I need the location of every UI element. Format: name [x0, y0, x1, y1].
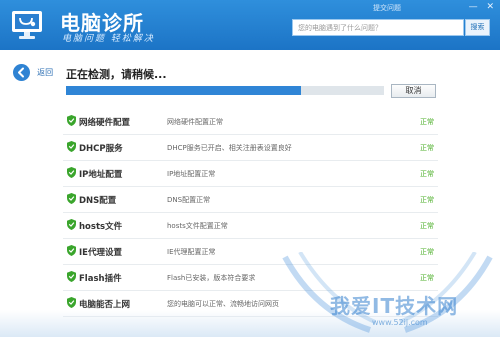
check-status: 正常	[420, 170, 434, 178]
check-row: DNS配置 DNS配置正常 正常	[63, 187, 438, 213]
shield-check-icon	[67, 141, 76, 152]
check-desc: 网络硬件配置正常	[167, 118, 223, 126]
check-name: IP地址配置	[79, 170, 123, 180]
check-desc: hosts文件配置正常	[167, 222, 228, 230]
watermark-url: www.52ij.com	[372, 318, 428, 327]
check-name: IE代理设置	[79, 248, 122, 258]
check-desc: Flash已安装，版本符合要求	[167, 274, 256, 282]
check-name: DHCP服务	[79, 144, 123, 154]
check-desc: 您的电脑可以正常、流畅地访问网页	[167, 300, 279, 308]
scan-progress-bar	[66, 86, 384, 95]
check-name: Flash插件	[79, 274, 122, 284]
check-name: hosts文件	[79, 222, 123, 232]
check-status: 正常	[420, 196, 434, 204]
shield-check-icon	[67, 115, 76, 126]
check-desc: IE代理配置正常	[167, 248, 216, 256]
check-desc: IP地址配置正常	[167, 170, 216, 178]
check-name: DNS配置	[79, 196, 117, 206]
shield-check-icon	[67, 297, 76, 308]
scan-status-title: 正在检测，请稍候...	[66, 68, 167, 81]
check-status: 正常	[420, 118, 434, 126]
cancel-button[interactable]: 取消	[391, 84, 436, 98]
check-row: hosts文件 hosts文件配置正常 正常	[63, 213, 438, 239]
back-arrow-icon	[13, 64, 30, 81]
check-name: 网络硬件配置	[79, 118, 131, 128]
app-header: 电脑诊所 电脑问题 轻松解决 提交问题 — ✕ 您的电脑遇到了什么问题？ 搜索	[0, 0, 500, 50]
back-label: 返回	[37, 68, 54, 77]
check-row: IP地址配置 IP地址配置正常 正常	[63, 161, 438, 187]
shield-check-icon	[67, 219, 76, 230]
feedback-link[interactable]: 提交问题	[373, 3, 401, 13]
check-status: 正常	[420, 144, 434, 152]
search-button[interactable]: 搜索	[465, 19, 490, 36]
check-row: 网络硬件配置 网络硬件配置正常 正常	[63, 109, 438, 135]
check-row: DHCP服务 DHCP服务已开启、相关注册表设置良好 正常	[63, 135, 438, 161]
app-slogan: 电脑问题 轻松解决	[62, 34, 155, 44]
minimize-button[interactable]: —	[469, 2, 478, 12]
search-input[interactable]: 您的电脑遇到了什么问题？	[292, 19, 464, 36]
shield-check-icon	[67, 245, 76, 256]
shield-check-icon	[67, 193, 76, 204]
check-name: 电脑能否上网	[79, 300, 131, 310]
monitor-stethoscope-icon	[12, 11, 42, 39]
back-button[interactable]: 返回	[13, 62, 53, 81]
close-button[interactable]: ✕	[486, 2, 494, 12]
shield-check-icon	[67, 167, 76, 178]
check-desc: DHCP服务已开启、相关注册表设置良好	[167, 144, 292, 152]
shield-check-icon	[67, 271, 76, 282]
check-desc: DNS配置正常	[167, 196, 211, 204]
scan-progress-fill	[66, 86, 302, 95]
watermark-text: 我爱IT技术网	[330, 294, 459, 318]
window-controls: — ✕	[463, 2, 494, 12]
check-status: 正常	[420, 222, 434, 230]
